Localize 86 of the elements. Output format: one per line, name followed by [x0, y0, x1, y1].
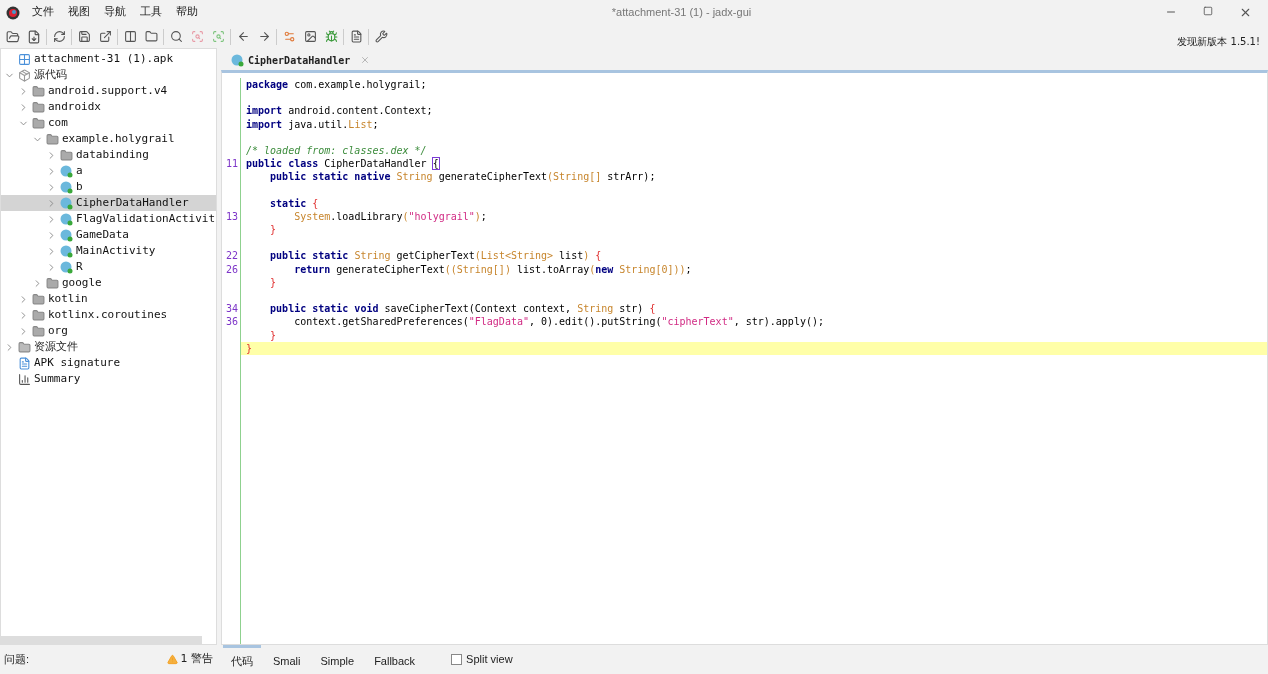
code-line: /* loaded from: classes.dex */ — [246, 144, 427, 156]
code-line: } — [269, 276, 277, 288]
view-tab[interactable]: Simple — [312, 645, 363, 674]
tree-item[interactable]: a — [1, 163, 216, 179]
line-number: 13 — [225, 210, 238, 222]
code-line: public static native String generateCipherText(String[] strArr); — [269, 171, 656, 183]
code-line: static { — [269, 197, 319, 209]
package-icon — [18, 68, 31, 82]
tree-item[interactable]: google — [1, 275, 216, 291]
code-line: import java.util.List; — [246, 118, 379, 130]
tree-item[interactable]: kotlinx.coroutines — [1, 307, 216, 323]
tree-item[interactable]: databinding — [1, 147, 216, 163]
line-number: 34 — [225, 303, 238, 315]
code-line: return generateCipherText((String[]) list.toArray(new String[0])); — [293, 263, 692, 275]
menu-item[interactable]: 视图 — [68, 4, 90, 21]
code-line: } — [246, 342, 253, 354]
code-line: context.getSharedPreferences("FlagData", 0).edit().putString("cipherText", str).apply(); — [293, 316, 824, 328]
class-icon — [60, 164, 73, 178]
class-icon — [60, 212, 73, 226]
tree-item[interactable]: example.holygrail — [1, 131, 216, 147]
folder-icon — [32, 116, 45, 130]
folder-icon — [32, 100, 45, 114]
code-line: System.loadLibrary("holygrail"); — [293, 210, 487, 222]
code-line: public static String getCipherText(List<String> list) { — [269, 250, 602, 262]
class-icon — [60, 196, 73, 210]
class-icon — [231, 53, 244, 67]
menu-item[interactable]: 导航 — [104, 4, 126, 21]
folder-icon — [60, 148, 73, 162]
folder-icon — [32, 308, 45, 322]
problems-label: 问题: — [4, 652, 30, 668]
tree-item[interactable]: b — [1, 179, 216, 195]
tree-item[interactable]: 资源文件 — [1, 339, 216, 355]
window-title: *attachment-31 (1) - jadx-gui — [611, 5, 752, 21]
tree-item[interactable]: CipherDataHandler — [1, 195, 216, 211]
class-icon — [60, 260, 73, 274]
menu-item[interactable]: 工具 — [140, 4, 162, 21]
line-number: 22 — [225, 250, 238, 262]
folder-icon — [32, 84, 45, 98]
code-line: public class CipherDataHandler { — [246, 158, 439, 170]
tree-item[interactable]: GameData — [1, 227, 216, 243]
code-line: package com.example.holygrail; — [246, 79, 427, 90]
code-line: import android.content.Context; — [246, 105, 433, 117]
grid-icon — [18, 52, 31, 66]
warning-icon — [166, 654, 178, 665]
tree-item[interactable]: kotlin — [1, 291, 216, 307]
view-tab[interactable]: Fallback — [366, 645, 424, 674]
line-number: 11 — [225, 158, 238, 170]
menu-item[interactable]: 帮助 — [176, 4, 198, 21]
close-icon[interactable] — [1239, 6, 1252, 19]
folder-icon — [32, 292, 45, 306]
tree-item[interactable]: org — [1, 323, 216, 339]
folder-icon — [18, 340, 31, 354]
tree-item[interactable]: R — [1, 259, 216, 275]
line-number: 26 — [225, 263, 238, 275]
code-line: } — [269, 329, 277, 341]
folder-icon — [46, 276, 59, 290]
class-icon — [60, 180, 73, 194]
tree-item[interactable]: attachment-31 (1).apk — [1, 51, 216, 67]
tree-item[interactable]: androidx — [1, 99, 216, 115]
tree-item[interactable]: FlagValidationActivit — [1, 211, 216, 227]
split-view-label[interactable]: Split view — [466, 651, 513, 668]
editor-tab[interactable]: CipherDataHandler — [229, 50, 373, 70]
tree-item[interactable]: 源代码 — [1, 67, 216, 83]
folder-icon — [32, 324, 45, 338]
class-icon — [60, 228, 73, 242]
maximize-icon[interactable] — [1203, 6, 1213, 16]
class-icon — [60, 244, 73, 258]
folder-icon — [46, 132, 59, 146]
app-logo-icon — [6, 5, 20, 20]
scrollbar[interactable] — [1, 636, 202, 644]
tree-item[interactable]: MainActivity — [1, 243, 216, 259]
wrench-icon[interactable] — [372, 27, 390, 46]
tree-item[interactable]: Summary — [1, 371, 216, 387]
chart-icon — [18, 372, 31, 386]
view-tab[interactable]: Smali — [265, 645, 309, 674]
code-line: public static void saveCipherText(Context context, String str) { — [269, 303, 656, 315]
split-view-checkbox[interactable] — [451, 654, 463, 665]
update-notice[interactable]: 发现新版本 1.5.1! — [1177, 34, 1260, 47]
view-tab[interactable]: 代码 — [223, 645, 261, 674]
tree-item[interactable]: android.support.v4 — [1, 83, 216, 99]
tree-item[interactable]: APK signature — [1, 355, 216, 371]
line-number: 36 — [225, 316, 238, 328]
menu-item[interactable]: 文件 — [32, 4, 54, 21]
code-line: } — [269, 224, 277, 236]
tree-item[interactable]: com — [1, 115, 216, 131]
warning-count[interactable]: 1 警告 — [180, 651, 213, 668]
